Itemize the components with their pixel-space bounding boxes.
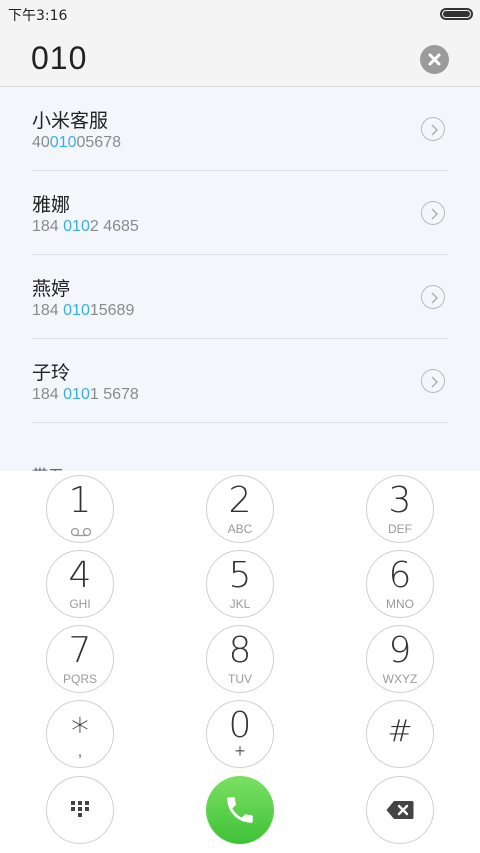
search-results-list: 小米客服 4001005678 雅娜 184 0102 4685 燕婷 184 …: [0, 87, 480, 471]
key-digit: 1: [68, 480, 92, 521]
contact-row[interactable]: 雅娜 184 0102 4685: [32, 171, 448, 255]
contact-name: 雅娜: [32, 194, 71, 216]
key-hash[interactable]: #: [366, 700, 434, 768]
key-digit: 9: [388, 630, 412, 671]
chevron-right-icon: [431, 124, 439, 136]
contact-detail-button[interactable]: [421, 201, 445, 225]
chevron-right-icon: [431, 376, 439, 388]
key-0[interactable]: 0 +: [206, 700, 274, 768]
key-letters: GHI: [69, 597, 91, 611]
phone-icon: [227, 797, 253, 823]
key-2[interactable]: 2 ABC: [206, 475, 274, 543]
key-9[interactable]: 9 WXYZ: [366, 625, 434, 693]
key-letters: PQRS: [62, 672, 97, 686]
key-8[interactable]: 8 TUV: [206, 625, 274, 693]
grid-icon: [71, 801, 89, 817]
key-6[interactable]: 6 MNO: [366, 550, 434, 618]
key-5[interactable]: 5 JKL: [206, 550, 274, 618]
backspace-button[interactable]: [366, 776, 434, 844]
key-digit: 5: [228, 555, 252, 596]
contact-row[interactable]: 子玲 184 0101 5678: [32, 339, 448, 423]
contact-name: 燕婷: [32, 278, 71, 300]
key-letters: ABC: [227, 522, 253, 536]
contact-number: 4001005678: [32, 134, 121, 151]
key-star[interactable]: * ,: [46, 700, 114, 768]
key-4[interactable]: 4 GHI: [46, 550, 114, 618]
battery-icon: [440, 8, 473, 20]
clear-icon: [428, 53, 441, 66]
status-bar: 下午3:16: [0, 0, 480, 28]
call-button[interactable]: [206, 776, 274, 844]
contact-detail-button[interactable]: [421, 117, 445, 141]
clear-button[interactable]: [420, 45, 449, 74]
key-letters: DEF: [388, 522, 412, 536]
contact-number: 184 0101 5678: [32, 386, 139, 403]
backspace-icon: [386, 801, 414, 819]
chevron-right-icon: [431, 292, 439, 304]
key-digit: 8: [228, 630, 252, 671]
key-digit: 6: [388, 555, 412, 596]
entered-number[interactable]: 010: [31, 40, 87, 77]
contact-detail-button[interactable]: [421, 369, 445, 393]
contact-number: 184 01015689: [32, 302, 135, 319]
number-entry-bar: 010: [0, 28, 480, 87]
key-letters: MNO: [386, 597, 414, 611]
key-digit: 7: [68, 630, 92, 671]
key-digit: #: [387, 714, 413, 749]
key-digit: 3: [388, 480, 412, 521]
contact-name: 小米客服: [32, 110, 109, 132]
contact-detail-button[interactable]: [421, 285, 445, 309]
keypad-toggle-button[interactable]: [46, 776, 114, 844]
next-contact-partial: 带五: [32, 462, 64, 471]
contact-row[interactable]: 燕婷 184 01015689: [32, 255, 448, 339]
key-letters: ,: [77, 743, 83, 760]
chevron-right-icon: [431, 208, 439, 220]
key-letters: TUV: [228, 672, 252, 686]
key-letters: +: [234, 741, 246, 761]
key-letters: JKL: [229, 597, 251, 611]
key-digit: 0: [228, 705, 252, 746]
voicemail-icon: [70, 527, 92, 537]
key-digit: 4: [68, 555, 92, 596]
key-1[interactable]: 1: [46, 475, 114, 543]
key-7[interactable]: 7 PQRS: [46, 625, 114, 693]
key-letters: WXYZ: [382, 672, 418, 686]
dial-keypad: 1 2 ABC 3 DEF 4 GHI 5 JKL 6 MNO 7 PQRS 8…: [0, 471, 480, 853]
key-3[interactable]: 3 DEF: [366, 475, 434, 543]
key-digit: 2: [228, 480, 252, 521]
contact-name: 子玲: [32, 362, 71, 384]
status-time: 下午3:16: [8, 8, 68, 24]
contact-number: 184 0102 4685: [32, 218, 139, 235]
contact-row[interactable]: 小米客服 4001005678: [32, 87, 448, 171]
